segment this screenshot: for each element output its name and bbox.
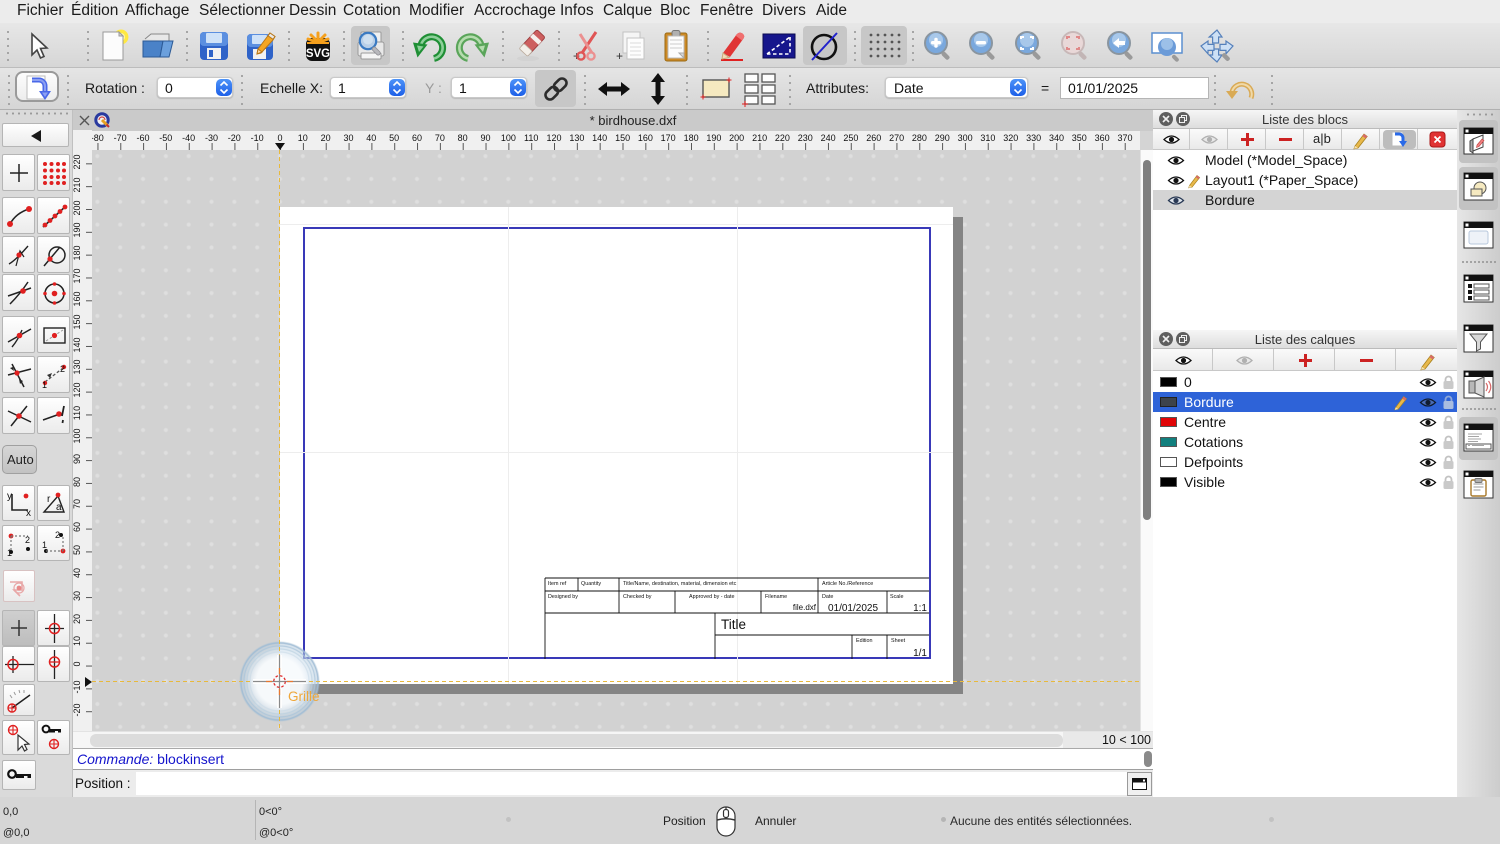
svg-text:2: 2 bbox=[25, 535, 30, 545]
svg-text:Sheet: Sheet bbox=[891, 638, 906, 644]
svg-text:Edition: Edition bbox=[856, 638, 872, 644]
svg-text:1: 1 bbox=[42, 380, 47, 390]
svg-text:1:1: 1:1 bbox=[913, 603, 927, 614]
svg-text:Scale: Scale bbox=[890, 594, 904, 600]
svg-text:2: 2 bbox=[55, 530, 60, 540]
svg-text:Approved by - date: Approved by - date bbox=[689, 594, 735, 600]
svg-text:SVG: SVG bbox=[306, 48, 330, 60]
svg-text:01/01/2025: 01/01/2025 bbox=[828, 603, 878, 614]
svg-text:Checked by: Checked by bbox=[623, 594, 652, 600]
svg-text:Title/Name, destination, mater: Title/Name, destination, material, dimen… bbox=[623, 581, 737, 587]
svg-text:y: y bbox=[7, 491, 12, 502]
svg-text:Filename: Filename bbox=[765, 594, 787, 600]
svg-text:Article No./Reference: Article No./Reference bbox=[822, 581, 873, 587]
svg-text:2: 2 bbox=[60, 364, 65, 374]
svg-text:1/1: 1/1 bbox=[913, 648, 927, 659]
svg-text:Title: Title bbox=[721, 617, 746, 632]
svg-text:a: a bbox=[56, 502, 62, 513]
svg-text:1: 1 bbox=[42, 540, 47, 550]
svg-text:x: x bbox=[26, 508, 31, 519]
svg-text:Quantity: Quantity bbox=[581, 581, 601, 587]
svg-text:Designed by: Designed by bbox=[548, 594, 578, 600]
svg-text:+: + bbox=[616, 49, 623, 63]
svg-text:Date: Date bbox=[822, 594, 833, 600]
svg-text:file.dxf: file.dxf bbox=[793, 603, 817, 612]
svg-text:Item ref: Item ref bbox=[548, 581, 567, 587]
svg-text:r: r bbox=[47, 494, 51, 505]
svg-text:1: 1 bbox=[7, 548, 12, 558]
